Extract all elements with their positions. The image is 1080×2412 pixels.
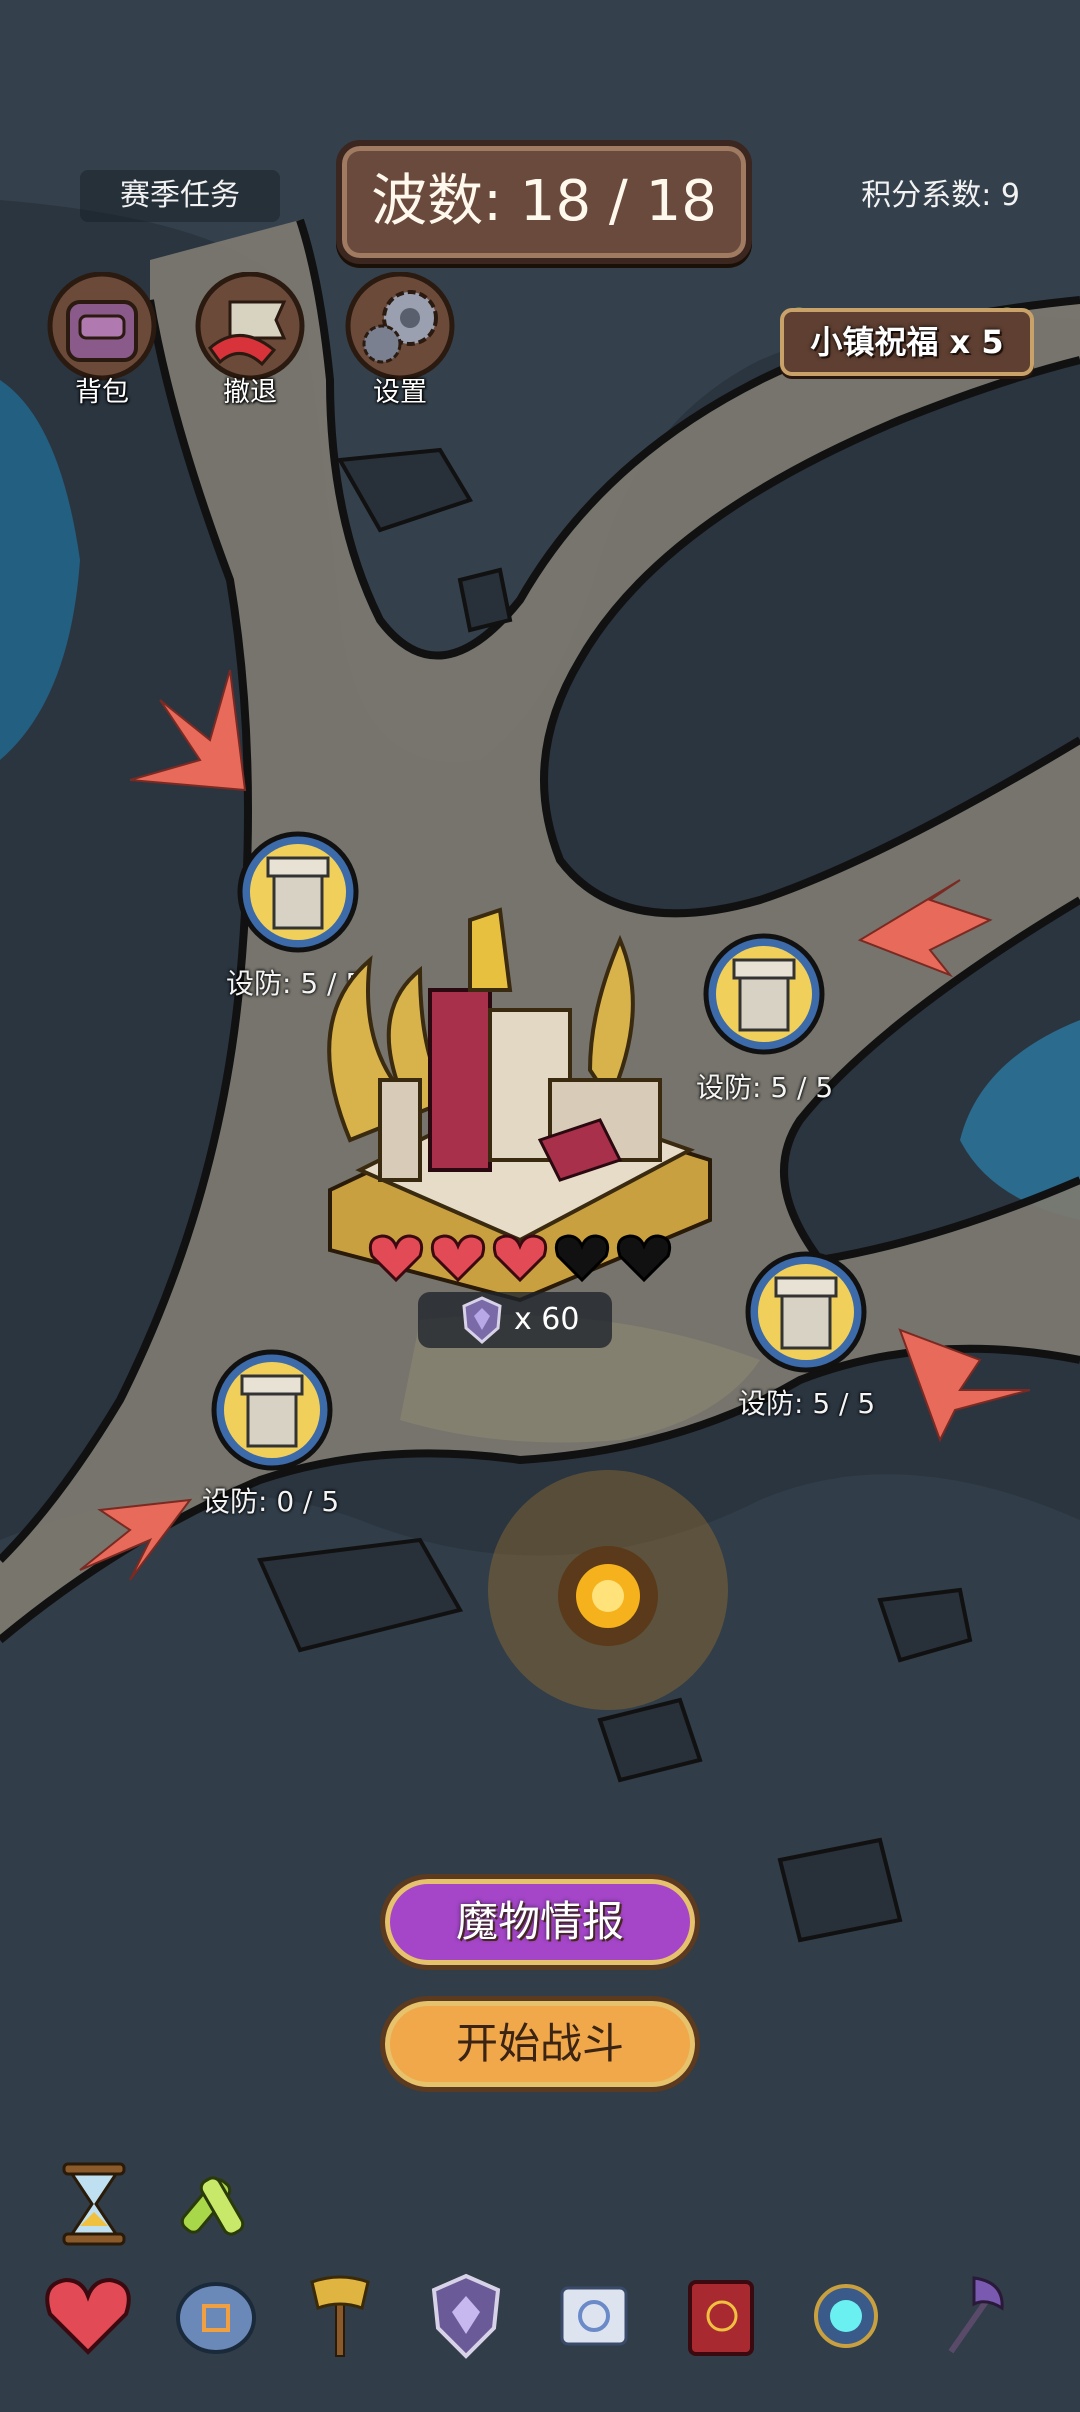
trophy-count: x 60 [514,1302,580,1337]
start-battle-label: 开始战斗 [455,2019,624,2068]
heart-full-icon [492,1234,548,1283]
backpack-button[interactable]: 背包 [32,271,172,412]
settings-label: 设置 [373,377,427,408]
shield-emblem-icon [462,1296,502,1344]
rune-stone-icon[interactable] [168,2268,264,2364]
golden-axe-icon[interactable] [292,2268,388,2364]
hourglass-icon[interactable] [46,2156,142,2252]
start-battle-button[interactable]: 开始战斗 [380,1996,700,2092]
score-coefficient: 积分系数: 9 [861,178,1020,213]
retreat-label: 撤退 [223,377,277,408]
monster-info-label: 魔物情报 [455,1897,624,1946]
heart-full-icon [368,1234,424,1283]
shield-emblem-icon[interactable] [418,2268,514,2364]
crystal-orb-icon[interactable] [798,2268,894,2364]
potion-vials-icon[interactable] [166,2156,262,2252]
retreat-button[interactable]: 撤退 [180,271,320,412]
heart-full-icon [430,1234,486,1283]
wave-counter: 波数: 18 / 18 [336,140,752,264]
tower-icon[interactable] [744,1250,868,1374]
trophy-counter: x 60 [418,1292,612,1348]
red-book-icon[interactable] [672,2268,768,2364]
scroll-icon[interactable] [546,2268,642,2364]
backpack-icon [47,271,157,381]
settings-button[interactable]: 设置 [330,271,470,412]
tower-defense-label: 设防: 5 / 5 [738,1387,876,1420]
gears-icon [345,271,455,381]
heart-empty-icon [616,1234,672,1283]
season-task-button[interactable]: 赛季任务 [80,170,280,222]
dark-halberd-icon[interactable] [924,2268,1020,2364]
backpack-label: 背包 [75,377,129,408]
blessing-text: 小镇祝福 x 5 [810,323,1004,361]
monster-info-button[interactable]: 魔物情报 [380,1874,700,1970]
castle-health-bar [368,1234,672,1283]
tower-defense-label: 设防: 0 / 5 [202,1485,340,1518]
retreat-flag-icon [195,271,305,381]
wave-counter-text: 波数: 18 / 18 [371,169,717,234]
town-blessing-badge[interactable]: 小镇祝福 x 5 [772,296,1034,376]
heart-empty-icon [554,1234,610,1283]
heart-icon[interactable] [40,2268,136,2364]
tower-icon[interactable] [210,1348,334,1472]
